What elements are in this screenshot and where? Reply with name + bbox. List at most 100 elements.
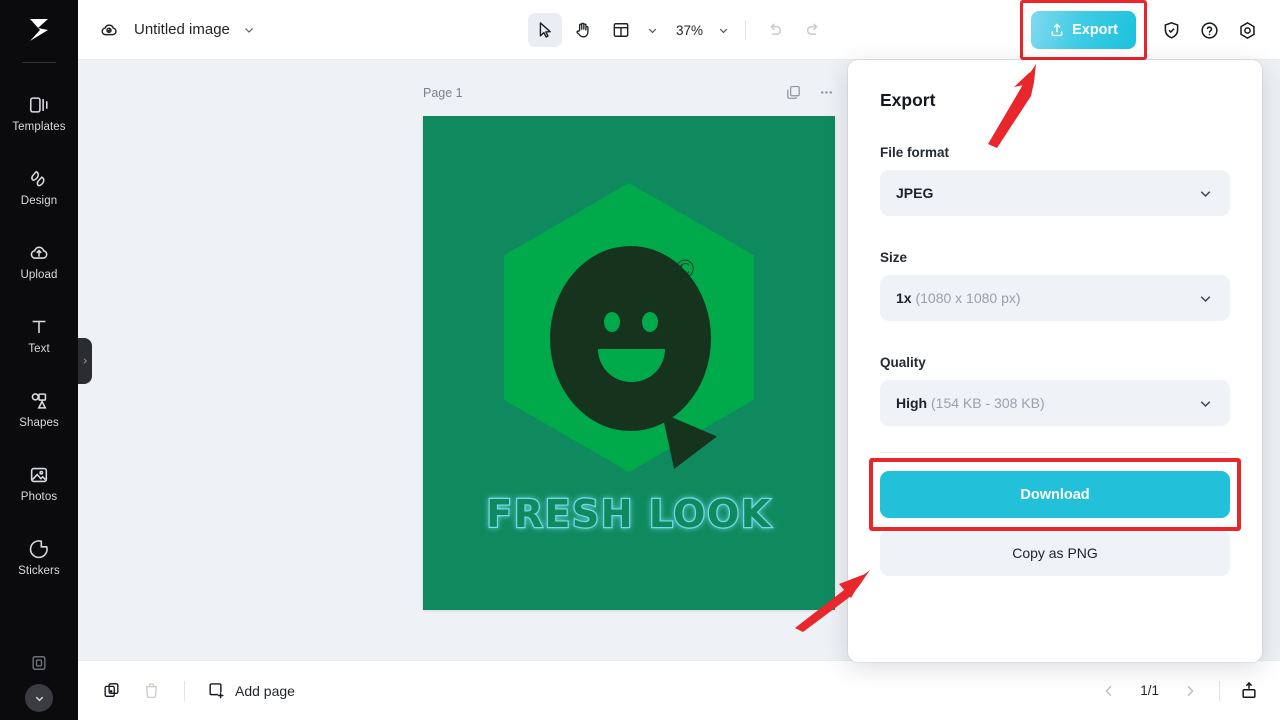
export-panel: Export File format JPEG Size 1x (1080 x … [848,60,1262,662]
sidebar-item-templates[interactable]: Templates [0,77,78,151]
page-more-button[interactable] [818,84,835,101]
photos-image-icon [28,464,50,486]
stickers-icon [28,538,50,560]
duplicate-page-icon [785,84,802,101]
panel-collapse-handle[interactable] [78,338,92,384]
chevron-down-icon [33,692,46,705]
download-button-wrapper: Download [880,471,1230,518]
chevron-left-icon [1101,683,1117,699]
sidebar-item-label: Shapes [19,418,59,430]
size-label: Size [880,250,1230,265]
sidebar-item-upload[interactable]: Upload [0,225,78,299]
upload-share-icon [1049,22,1065,38]
zoom-level[interactable]: 37% [666,23,709,38]
templates-icon [28,94,50,116]
file-format-value: JPEG [896,185,933,201]
settings-hexagon-icon [1237,20,1258,41]
page-actions [785,84,835,101]
capcut-logo-icon [24,17,54,43]
add-page-icon [207,681,226,700]
export-button[interactable]: Export [1031,11,1136,49]
duplicate-page-button[interactable] [785,84,802,101]
undo-button[interactable] [758,13,792,47]
shapes-icon [28,390,50,412]
add-page-button[interactable]: Add page [201,677,301,704]
duplicate-button[interactable] [94,674,128,708]
design-headline-text: FRESH LOOK [423,492,835,536]
redo-button[interactable] [796,13,830,47]
page-indicator: 1/1 [1128,683,1171,698]
add-page-label: Add page [235,683,295,699]
sidebar-item-text[interactable]: Text [0,299,78,373]
sidebar-item-label: Photos [21,492,57,504]
sidebar-item-label: Text [28,344,50,356]
export-panel-title: Export [880,90,1230,111]
sidebar-frame-button[interactable] [22,646,56,680]
bottom-toolbar: Add page 1/1 [78,660,1280,720]
text-t-icon [28,316,50,338]
chevron-down-icon [1197,290,1214,307]
design-eye-left [604,312,620,332]
frame-icon [29,653,49,673]
sidebar-item-label: Templates [12,122,65,134]
chevron-down-icon [1197,185,1214,202]
shield-button[interactable] [1154,13,1188,47]
export-button-wrapper: Export [1031,11,1136,49]
sidebar-item-label: Upload [20,270,57,282]
prev-page-button[interactable] [1092,674,1126,708]
top-toolbar: Untitled image [78,0,1280,60]
file-format-caret [1197,185,1214,202]
quality-value: High (154 KB - 308 KB) [896,395,1045,411]
copy-as-png-button[interactable]: Copy as PNG [880,530,1230,576]
design-icon [28,168,50,190]
question-circle-icon [1199,20,1220,41]
app-logo[interactable] [0,0,78,60]
help-button[interactable] [1192,13,1226,47]
sidebar-item-design[interactable]: Design [0,151,78,225]
bottom-divider-right [1219,681,1220,701]
zoom-caret-button[interactable] [713,15,733,45]
present-icon [1239,681,1259,701]
trash-icon [142,681,161,700]
document-title[interactable]: Untitled image [134,21,230,38]
size-select[interactable]: 1x (1080 x 1080 px) [880,275,1230,321]
chevron-down-icon [242,23,256,37]
upload-cloud-icon [28,242,50,264]
download-button[interactable]: Download [880,471,1230,518]
left-sidebar: Templates Design Upload Text Sh [0,0,78,720]
hand-tool-button[interactable] [566,13,600,47]
sidebar-item-shapes[interactable]: Shapes [0,373,78,447]
quality-select[interactable]: High (154 KB - 308 KB) [880,380,1230,426]
sidebar-more-button[interactable] [25,684,53,712]
design-copyright-symbol: © [675,256,695,282]
undo-icon [765,20,785,40]
duplicate-page-icon [102,681,121,700]
sidebar-bottom-group [0,646,78,712]
settings-button[interactable] [1230,13,1264,47]
toolbar-divider [745,20,746,40]
chevron-down-icon [1197,395,1214,412]
delete-button[interactable] [134,674,168,708]
sidebar-item-photos[interactable]: Photos [0,447,78,521]
chevron-down-icon [646,24,659,37]
top-right-group: Export [1031,0,1264,60]
next-page-button[interactable] [1173,674,1207,708]
cloud-sync-icon [98,19,120,41]
select-tool-button[interactable] [528,13,562,47]
export-button-label: Export [1072,22,1118,38]
size-value-main: 1x [896,290,912,306]
file-format-select[interactable]: JPEG [880,170,1230,216]
layout-tool-button[interactable] [604,13,638,47]
present-button[interactable] [1232,674,1266,708]
page-header: Page 1 [423,84,835,101]
sidebar-item-stickers[interactable]: Stickers [0,521,78,595]
more-dots-icon [818,84,835,101]
panel-divider [880,452,1230,453]
redo-icon [803,20,823,40]
layout-caret-button[interactable] [642,15,662,45]
document-title-caret[interactable] [242,23,256,37]
cloud-sync-button[interactable] [98,19,120,41]
hand-pan-icon [573,20,593,40]
design-canvas-page[interactable]: © FRESH LOOK [423,116,835,610]
shield-check-icon [1161,20,1182,41]
